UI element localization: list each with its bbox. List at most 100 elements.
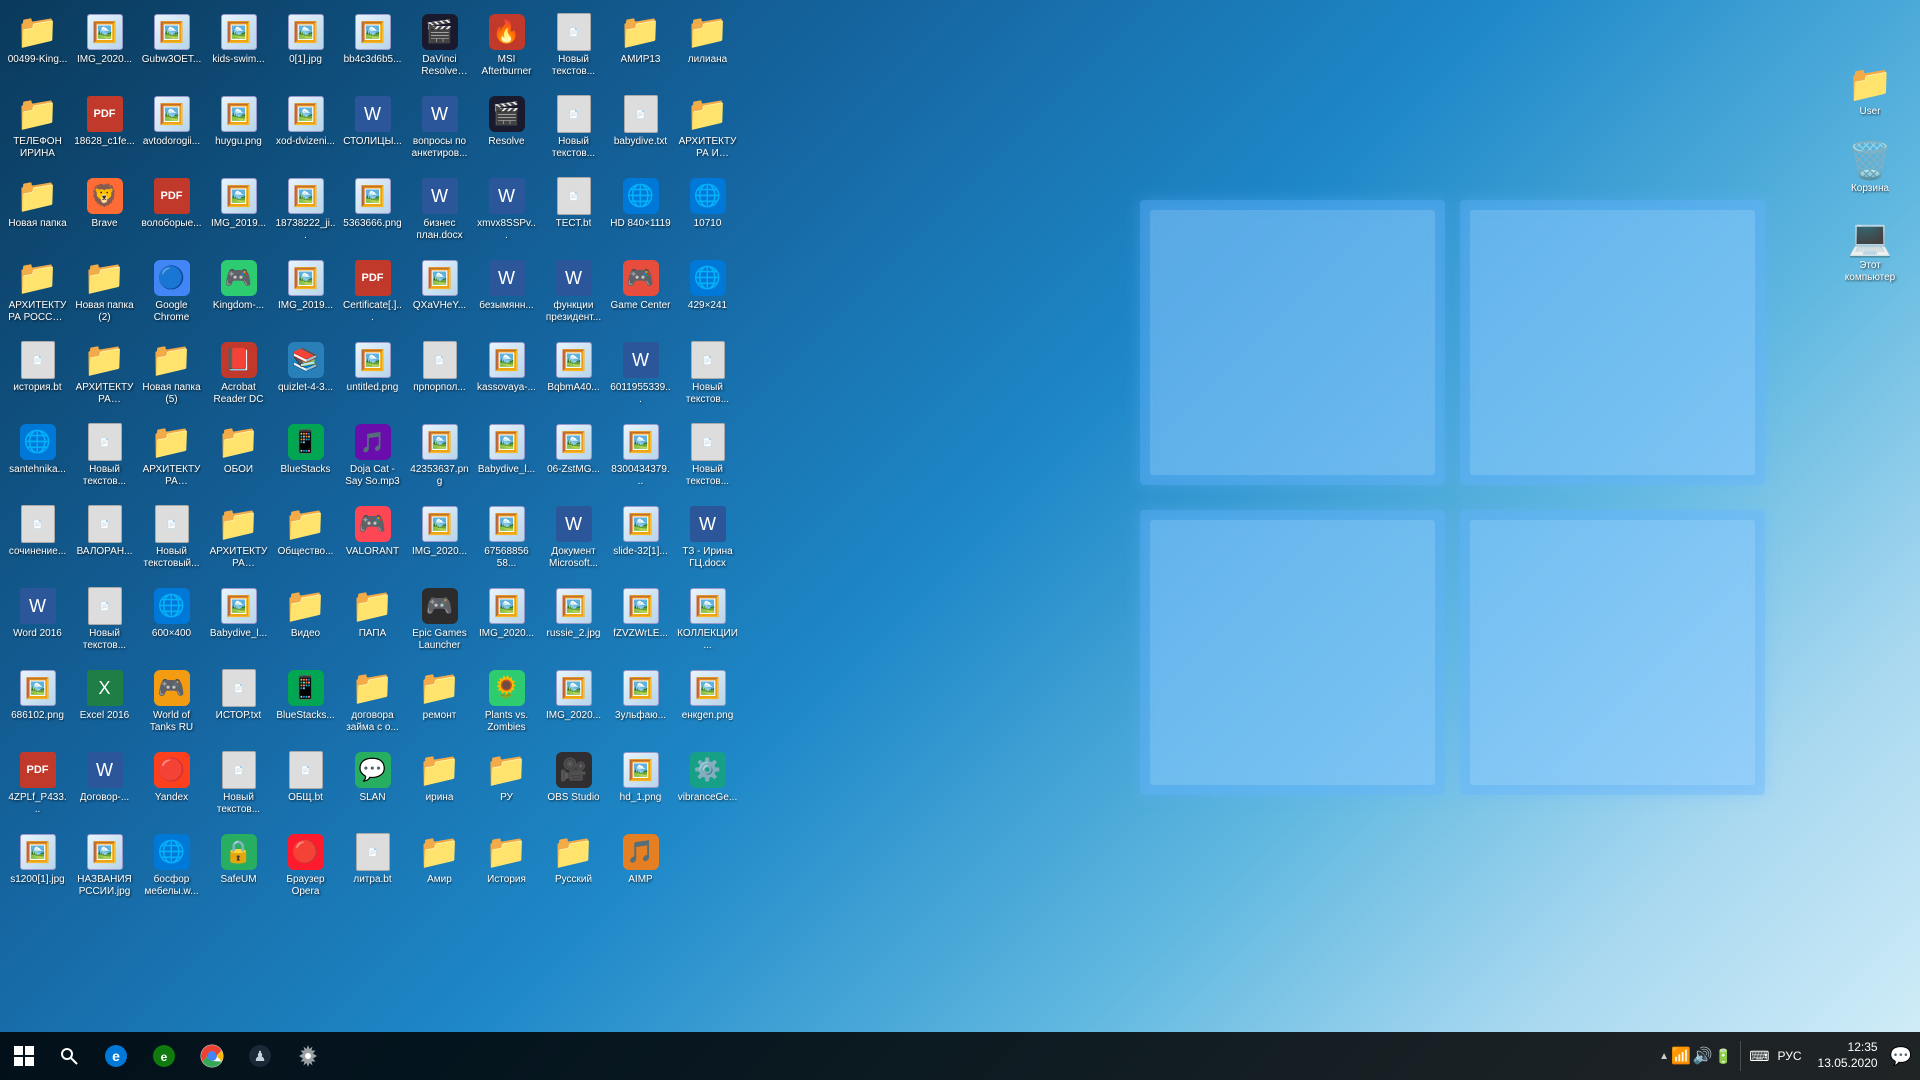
desktop-icon-r7c7[interactable]: 📄 Новый текстов... xyxy=(72,582,137,662)
desktop-icon-r5c5[interactable]: 🖼️ BqbmA40... xyxy=(541,336,606,416)
desktop-icon-r4c9[interactable]: 📄 история.bt xyxy=(5,336,70,416)
desktop-icon-r9c2[interactable]: 🖼️ 3ульфаю... xyxy=(608,664,673,744)
desktop-icon-r10c8[interactable]: 📄 литра.bt xyxy=(340,828,405,908)
desktop-icon-r3c12[interactable]: 🔵 Google Chrome xyxy=(139,254,204,334)
desktop-icon-r1c5[interactable]: 🖼️ 0[1].jpg xyxy=(273,8,338,88)
notification-button[interactable]: 💬 xyxy=(1890,1046,1912,1067)
desktop-icon-r5c1[interactable]: 📚 quizlet-4-3... xyxy=(273,336,338,416)
desktop-icon-r8c7[interactable]: 🎮 World of Tanks RU xyxy=(139,664,204,744)
desktop-icon-r1c2[interactable]: 🖼️ IMG_2020... xyxy=(72,8,137,88)
desktop-icon-r7c10[interactable]: 📁 Видео xyxy=(273,582,338,662)
desktop-icon-r3c11[interactable]: 📁 Новая папка (2) xyxy=(72,254,137,334)
desktop-icon-r6c4[interactable]: 🖼️ 06-ZstMG... xyxy=(541,418,606,498)
desktop-icon-r3c6[interactable]: W xmvx8SSPv... xyxy=(474,172,539,252)
desktop-icon-r9c11[interactable]: 📁 РУ xyxy=(474,746,539,826)
desktop-icon-r3c9[interactable]: 🌐 10710 xyxy=(675,172,740,252)
desktop-icon-r1c4[interactable]: 🖼️ kids-swim... xyxy=(206,8,271,88)
desktop-icon-r2c1[interactable]: PDF 18628_c1fe... xyxy=(72,90,137,170)
start-button[interactable] xyxy=(0,1032,48,1080)
desktop-icon-r2c6[interactable]: W вопросы по анкетиров... xyxy=(407,90,472,170)
desktop-icon-r6c8[interactable]: 📄 ВАЛОРАН... xyxy=(72,500,137,580)
desktop-icon-r8c3[interactable]: 🖼️ fZVZWrLE... xyxy=(608,582,673,662)
desktop-icon-r8c8[interactable]: 📄 ИСТОР.txt xyxy=(206,664,271,744)
desktop-icon-r8c4[interactable]: 🖼️ КОЛЛЕКЦИИ... xyxy=(675,582,740,662)
desktop-icon-r2c10[interactable]: 📁 АРХИТЕКТУРА И СКУЛЬП... xyxy=(675,90,740,170)
desktop-icon-r9c8[interactable]: 📄 ОБЩ.bt xyxy=(273,746,338,826)
desktop-icon-r5c11[interactable]: 📁 ОБОИ xyxy=(206,418,271,498)
desktop-icon-r8c5[interactable]: 🖼️ 686102.png xyxy=(5,664,70,744)
desktop-icon-r4c3[interactable]: PDF Certificate[.]... xyxy=(340,254,405,334)
desktop-icon-r5c2[interactable]: 🖼️ untitled.png xyxy=(340,336,405,416)
desktop-icon-r9c5[interactable]: W Договор-... xyxy=(72,746,137,826)
desktop-icon-r1c8[interactable]: 🔥 MSI Afterburner xyxy=(474,8,539,88)
desktop-icon-r1c11[interactable]: 📁 лилиана xyxy=(675,8,740,88)
desktop-icon-r8c1[interactable]: 🖼️ IMG_2020... xyxy=(474,582,539,662)
desktop-icon-r9c3[interactable]: 🖼️ енкgen.png xyxy=(675,664,740,744)
desktop-icon-r10c12[interactable]: 🎵 AIMP xyxy=(608,828,673,908)
desktop-icon-r5c7[interactable]: 📄 Новый текстов... xyxy=(675,336,740,416)
desktop-icon-r10c1[interactable]: 🖼️ hd_1.png xyxy=(608,746,673,826)
desktop-icon-r5c6[interactable]: W 6011955339... xyxy=(608,336,673,416)
desktop-icon-r2c9[interactable]: 📄 babydive.txt xyxy=(608,90,673,170)
desktop-icon-r2c8[interactable]: 📄 Новый текстов... xyxy=(541,90,606,170)
desktop-icon-r7c9[interactable]: 🖼️ Babydive_l... xyxy=(206,582,271,662)
desktop-icon-r5c3[interactable]: 📄 прпорпол... xyxy=(407,336,472,416)
desktop-icon-r4c1[interactable]: 🎮 Kingdom-... xyxy=(206,254,271,334)
search-button[interactable] xyxy=(50,1032,88,1080)
desktop-icon-r7c3[interactable]: W Документ Microsoft... xyxy=(541,500,606,580)
desktop-icon-r4c8[interactable]: 🌐 429×241 xyxy=(675,254,740,334)
desktop-icon-r8c12[interactable]: 🌻 Plants vs. Zombies xyxy=(474,664,539,744)
desktop-icon-r3c7[interactable]: 📄 ТЕСТ.bt xyxy=(541,172,606,252)
desktop-icon-r1c3[interactable]: 🖼️ Gubw3OET... xyxy=(139,8,204,88)
desktop-icon-r2c4[interactable]: 🖼️ xod-dvizeni... xyxy=(273,90,338,170)
desktop-icon-r1c7[interactable]: 🎬 DaVinci Resolve Pro... xyxy=(407,8,472,88)
desktop-icon-r1c1[interactable]: 📁 00499-King... xyxy=(5,8,70,88)
desktop-icon-r2c11[interactable]: 📁 Новая папка xyxy=(5,172,70,252)
desktop-icon-r3c5[interactable]: W бизнес план.docx xyxy=(407,172,472,252)
taskbar-steam[interactable]: ♟ xyxy=(236,1032,284,1080)
desktop-icon-r3c3[interactable]: 🖼️ 18738222_ji... xyxy=(273,172,338,252)
desktop-icon-r5c10[interactable]: 📁 АРХИТЕКТУРА НОВГОРОД xyxy=(139,418,204,498)
desktop-icon-r2c2[interactable]: 🖼️ avtodorogii... xyxy=(139,90,204,170)
desktop-icon-r7c11[interactable]: 📁 ПАПА xyxy=(340,582,405,662)
desktop-icon-r1c10[interactable]: 📁 АМИР13 xyxy=(608,8,673,88)
desktop-icon-r9c10[interactable]: 📁 ирина xyxy=(407,746,472,826)
desktop-icon-r7c1[interactable]: 🖼️ IMG_2020... xyxy=(407,500,472,580)
desktop-icon-r7c8[interactable]: 🌐 600×400 xyxy=(139,582,204,662)
desktop-icon-r1c9[interactable]: 📄 Новый текстов... xyxy=(541,8,606,88)
desktop-icon-r1c12[interactable]: 📁 ТЕЛЕФОН ИРИНА xyxy=(5,90,70,170)
desktop-icon-r9c9[interactable]: 💬 SLAN xyxy=(340,746,405,826)
desktop-icon-r4c2[interactable]: 🖼️ IMG_2019... xyxy=(273,254,338,334)
desktop-icon-r3c4[interactable]: 🖼️ 5363666.png xyxy=(340,172,405,252)
desktop-icon-r7c5[interactable]: W ТЗ - Ирина ГЦ.docx xyxy=(675,500,740,580)
desktop-icon-r10c6[interactable]: 🔒 SafeUM xyxy=(206,828,271,908)
desktop-icon-r3c8[interactable]: 🌐 HD 840×1119 xyxy=(608,172,673,252)
desktop-icon-r6c2[interactable]: 🖼️ 42353637.png xyxy=(407,418,472,498)
desktop-icon-r6c3[interactable]: 🖼️ Babydive_l... xyxy=(474,418,539,498)
desktop-icon-r8c6[interactable]: X Excel 2016 xyxy=(72,664,137,744)
desktop-icon-r6c6[interactable]: 📄 Новый текстов... xyxy=(675,418,740,498)
desktop-icon-r2c12[interactable]: 🦁 Brave xyxy=(72,172,137,252)
desktop-icon-r8c9[interactable]: 📱 BlueStacks... xyxy=(273,664,338,744)
desktop-icon-r9c12[interactable]: 🎥 OBS Studio xyxy=(541,746,606,826)
right-icon-Этот компьютер[interactable]: 💻 Этот компьютер xyxy=(1830,214,1910,288)
desktop-icon-r9c6[interactable]: 🔴 Yandex xyxy=(139,746,204,826)
desktop-icon-r7c6[interactable]: W Word 2016 xyxy=(5,582,70,662)
desktop-icon-r2c5[interactable]: W СТОЛИЦЫ... xyxy=(340,90,405,170)
systray-battery[interactable]: 🔋 xyxy=(1715,1048,1732,1065)
taskbar-edge-new[interactable]: e xyxy=(140,1032,188,1080)
systray-arrow[interactable]: ▲ xyxy=(1659,1051,1669,1062)
desktop-icon-r10c10[interactable]: 📁 История xyxy=(474,828,539,908)
desktop-icon-r3c1[interactable]: PDF волоборые... xyxy=(139,172,204,252)
desktop-icon-r4c11[interactable]: 📁 Новая папка (5) xyxy=(139,336,204,416)
taskbar-language[interactable]: РУС xyxy=(1777,1049,1801,1063)
desktop-icon-r4c10[interactable]: 📁 АРХИТЕКТУРА ВЛАДИМИР xyxy=(72,336,137,416)
desktop-icon-r1c6[interactable]: 🖼️ bb4c3d6b5... xyxy=(340,8,405,88)
taskbar-chrome[interactable] xyxy=(188,1032,236,1080)
desktop-icon-r9c4[interactable]: PDF 4ZPLf_P433... xyxy=(5,746,70,826)
taskbar-keyboard-icon[interactable]: ⌨ xyxy=(1749,1048,1769,1065)
desktop-icon-r9c1[interactable]: 🖼️ IMG_2020... xyxy=(541,664,606,744)
desktop-icon-r10c2[interactable]: ⚙️ vibranceGe... xyxy=(675,746,740,826)
desktop-icon-r5c4[interactable]: 🖼️ kassovaya-... xyxy=(474,336,539,416)
systray-volume[interactable]: 🔊 xyxy=(1693,1046,1713,1066)
